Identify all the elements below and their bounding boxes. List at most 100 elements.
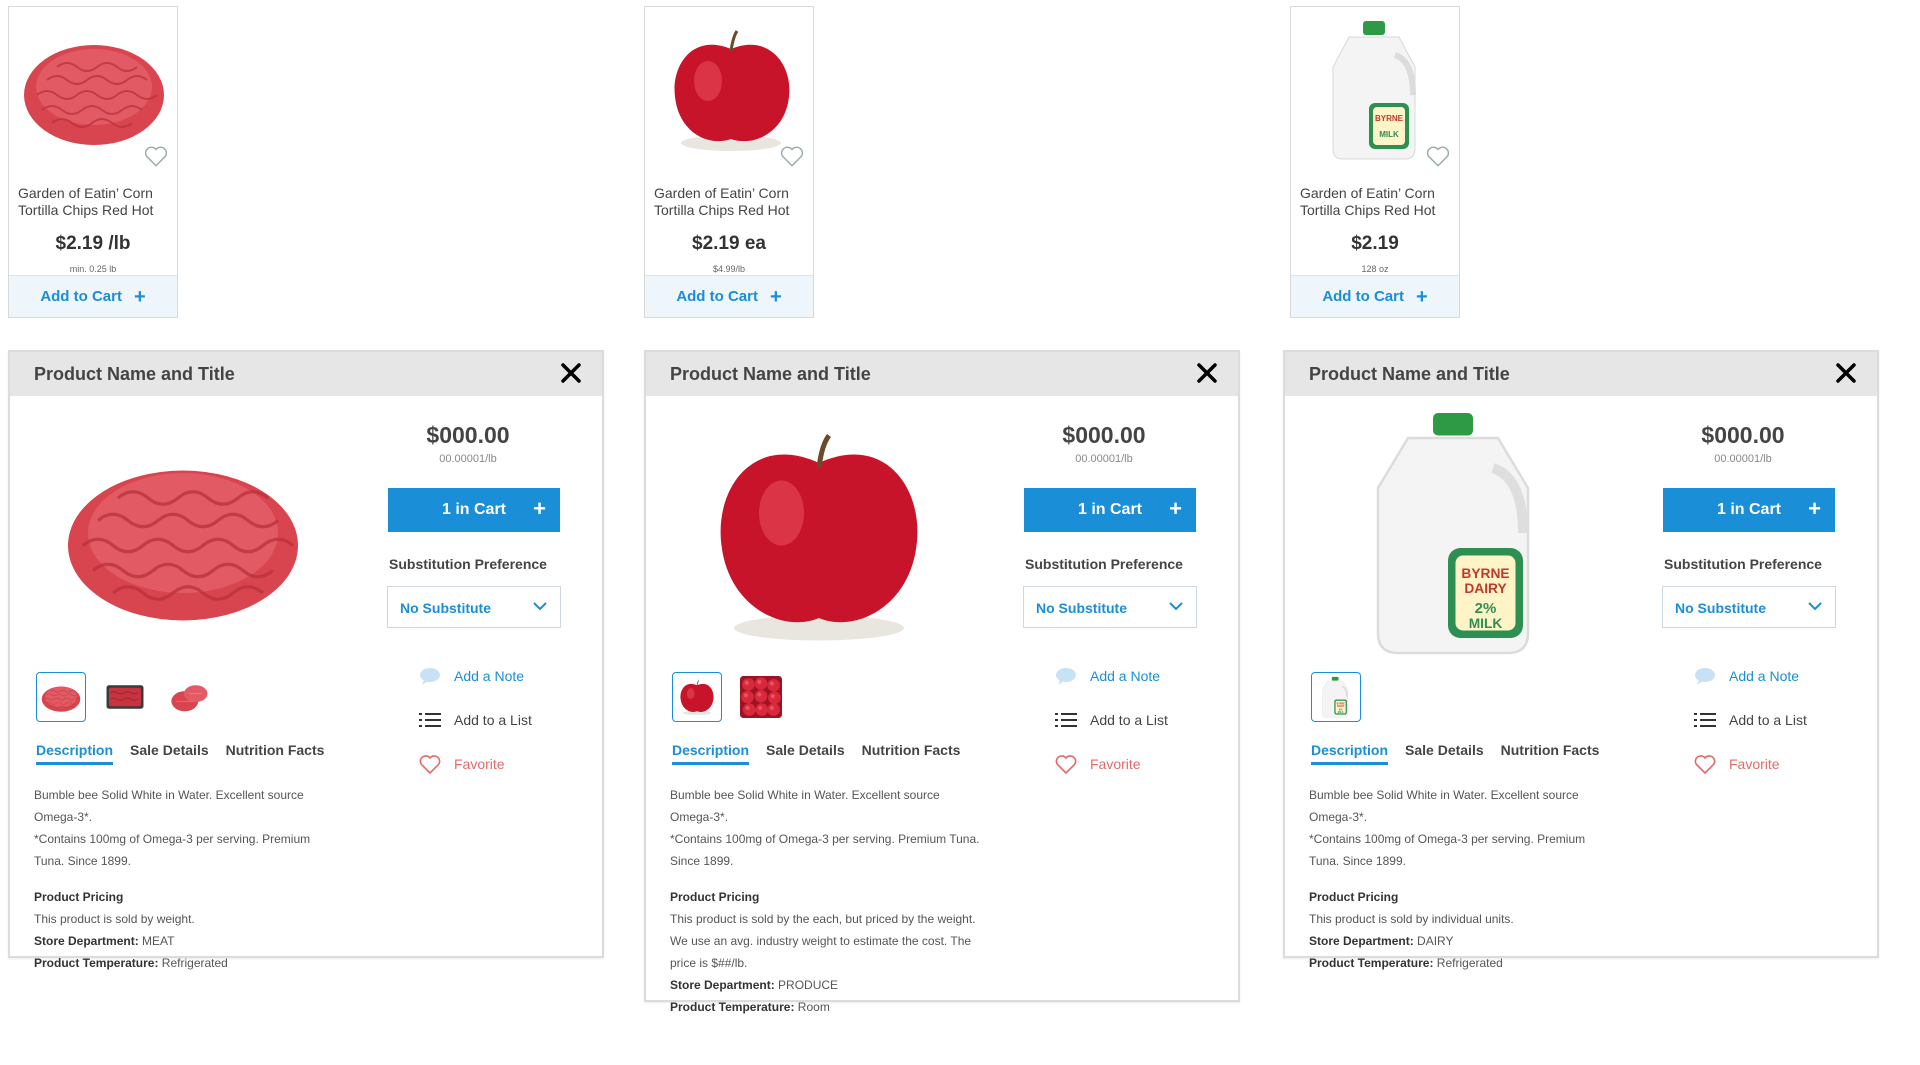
in-cart-button[interactable]: 1 in Cart + bbox=[1024, 488, 1196, 532]
tab-nutrition-facts[interactable]: Nutrition Facts bbox=[1501, 742, 1600, 765]
add-note-label: Add a Note bbox=[454, 668, 525, 684]
milk-jug-image: BYRNEDAIRY2%MILK bbox=[1322, 676, 1348, 718]
product-card-name[interactable]: Garden of Eatin’ Corn Tortilla Chips Red… bbox=[1300, 185, 1454, 219]
close-icon[interactable] bbox=[1196, 362, 1218, 384]
detail-tabs: Description Sale Details Nutrition Facts bbox=[672, 742, 977, 765]
add-to-cart-label: Add to Cart bbox=[1322, 288, 1404, 305]
milk-jug-image: BYRNEDAIRY2%MILK bbox=[1376, 413, 1530, 655]
product-card-subtext: min. 0.25 lb bbox=[69, 264, 117, 274]
in-cart-button[interactable]: 1 in Cart + bbox=[388, 488, 560, 532]
description-line: Bumble bee Solid White in Water. Excelle… bbox=[670, 788, 940, 802]
product-card-subtext: 128 oz bbox=[1361, 264, 1389, 274]
store-department: Store Department: PRODUCE bbox=[670, 974, 1010, 996]
thumbnail-apple-pile[interactable] bbox=[736, 672, 786, 722]
heart-outline-icon bbox=[419, 755, 441, 774]
close-icon[interactable] bbox=[1835, 362, 1857, 384]
product-temperature-value: Room bbox=[794, 1000, 830, 1014]
store-department-value: MEAT bbox=[138, 934, 175, 948]
product-card-milk[interactable]: BYRNE MILK Garden of Eatin’ Corn Tortill… bbox=[1290, 6, 1460, 318]
pricing-line: This product is sold by the each, but pr… bbox=[670, 912, 976, 926]
tab-nutrition-facts[interactable]: Nutrition Facts bbox=[226, 742, 325, 765]
modal-header: Product Name and Title bbox=[646, 352, 1238, 396]
product-price: $000.00 bbox=[1062, 422, 1146, 448]
product-card-name[interactable]: Garden of Eatin’ Corn Tortilla Chips Red… bbox=[18, 185, 172, 219]
product-description: Bumble bee Solid White in Water. Excelle… bbox=[1309, 784, 1649, 974]
thumbnail-ground-beef[interactable] bbox=[36, 672, 86, 722]
add-note-button[interactable]: Add a Note bbox=[1693, 666, 1799, 686]
product-detail-modal-3: Product Name and Title BYRNE DAIRY 2% MILK … bbox=[1283, 350, 1879, 970]
thumbnail-meat-cuts[interactable] bbox=[164, 672, 214, 722]
in-cart-button[interactable]: 1 in Cart + bbox=[1663, 488, 1835, 532]
substitution-select[interactable]: No Substitute bbox=[387, 586, 561, 628]
pricing-line: We use an avg. industry weight to estima… bbox=[670, 934, 972, 948]
thumbnail-packaged-meat[interactable] bbox=[100, 672, 150, 722]
svg-text:DAIRY: DAIRY bbox=[1464, 581, 1506, 596]
product-description: Bumble bee Solid White in Water. Excelle… bbox=[670, 784, 1010, 1018]
tab-description[interactable]: Description bbox=[1311, 742, 1389, 765]
plus-icon[interactable]: + bbox=[1808, 496, 1821, 522]
heart-outline-icon[interactable] bbox=[1425, 143, 1451, 169]
product-card-price: $2.19 /lb bbox=[55, 233, 131, 254]
meat-cuts-image bbox=[171, 685, 208, 712]
heart-outline-icon[interactable] bbox=[779, 143, 805, 169]
tab-description[interactable]: Description bbox=[672, 742, 750, 765]
add-to-list-button[interactable]: Add to a List bbox=[1054, 710, 1168, 730]
heart-outline-icon[interactable] bbox=[143, 143, 169, 169]
thumbnail-milk-jug[interactable]: BYRNE DAIRY 2% MILK bbox=[1311, 672, 1361, 722]
add-to-list-button[interactable]: Add to a List bbox=[418, 710, 532, 730]
favorite-button[interactable]: Favorite bbox=[1054, 754, 1141, 774]
milk-label-text: BYRNE bbox=[1375, 114, 1404, 123]
favorite-button[interactable]: Favorite bbox=[418, 754, 505, 774]
substitution-select-value: No Substitute bbox=[1675, 600, 1766, 616]
add-to-list-button[interactable]: Add to a List bbox=[1693, 710, 1807, 730]
product-card-name[interactable]: Garden of Eatin’ Corn Tortilla Chips Red… bbox=[654, 185, 808, 219]
add-note-label: Add a Note bbox=[1729, 668, 1800, 684]
plus-icon[interactable]: + bbox=[1169, 496, 1182, 522]
in-cart-label: 1 in Cart bbox=[1077, 501, 1142, 518]
favorite-button[interactable]: Favorite bbox=[1693, 754, 1780, 774]
pricing-line: This product is sold by weight. bbox=[34, 912, 195, 926]
product-temperature-value: Refrigerated bbox=[1433, 956, 1503, 970]
svg-text:BYRNE: BYRNE bbox=[1461, 566, 1509, 581]
tab-description[interactable]: Description bbox=[36, 742, 114, 765]
favorite-label: Favorite bbox=[454, 756, 505, 772]
thumbnail-apple[interactable] bbox=[672, 672, 722, 722]
add-note-label: Add a Note bbox=[1090, 668, 1161, 684]
add-note-button[interactable]: Add a Note bbox=[1054, 666, 1160, 686]
in-cart-label: 1 in Cart bbox=[1716, 501, 1781, 518]
description-line: Bumble bee Solid White in Water. Excelle… bbox=[1309, 788, 1579, 802]
description-line: Omega-3*. bbox=[34, 810, 93, 824]
description-line: Tuna. Since 1899. bbox=[34, 854, 131, 868]
product-card-meat[interactable]: Garden of Eatin’ Corn Tortilla Chips Red… bbox=[8, 6, 178, 318]
close-icon[interactable] bbox=[560, 362, 582, 384]
product-hero-image bbox=[38, 408, 328, 658]
description-line: *Contains 100mg of Omega-3 per serving. … bbox=[670, 832, 980, 846]
milk-label-text: MILK bbox=[1379, 130, 1399, 139]
tab-sale-details[interactable]: Sale Details bbox=[1405, 742, 1484, 765]
plus-icon: + bbox=[133, 285, 146, 308]
add-to-cart-button[interactable]: Add to Cart + bbox=[1291, 275, 1459, 317]
unit-price: 00.00001/lb bbox=[1714, 453, 1772, 465]
substitution-select[interactable]: No Substitute bbox=[1023, 586, 1197, 628]
tab-sale-details[interactable]: Sale Details bbox=[766, 742, 845, 765]
store-department-label: Store Department: bbox=[1309, 934, 1414, 948]
product-detail-modal-1: Product Name and Title $000.00 00.00001/… bbox=[8, 350, 604, 970]
substitution-select[interactable]: No Substitute bbox=[1662, 586, 1836, 628]
add-note-button[interactable]: Add a Note bbox=[418, 666, 524, 686]
favorite-label: Favorite bbox=[1729, 756, 1780, 772]
store-department-value: PRODUCE bbox=[774, 978, 839, 992]
add-to-cart-button[interactable]: Add to Cart + bbox=[645, 275, 813, 317]
product-detail-modal-2: Product Name and Title $000.00 00.00001/… bbox=[644, 350, 1240, 1014]
store-department-value: DAIRY bbox=[1413, 934, 1454, 948]
plus-icon[interactable]: + bbox=[533, 496, 546, 522]
product-card-apple[interactable]: Garden of Eatin’ Corn Tortilla Chips Red… bbox=[644, 6, 814, 318]
modal-header: Product Name and Title bbox=[10, 352, 602, 396]
tab-nutrition-facts[interactable]: Nutrition Facts bbox=[862, 742, 961, 765]
description-line: *Contains 100mg of Omega-3 per serving. … bbox=[34, 832, 311, 846]
in-cart-label: 1 in Cart bbox=[441, 501, 506, 518]
favorite-label: Favorite bbox=[1090, 756, 1141, 772]
pricing-line: This product is sold by individual units… bbox=[1309, 912, 1514, 926]
tab-sale-details[interactable]: Sale Details bbox=[130, 742, 209, 765]
add-to-cart-button[interactable]: Add to Cart + bbox=[9, 275, 177, 317]
add-to-list-label: Add to a List bbox=[1729, 712, 1807, 728]
